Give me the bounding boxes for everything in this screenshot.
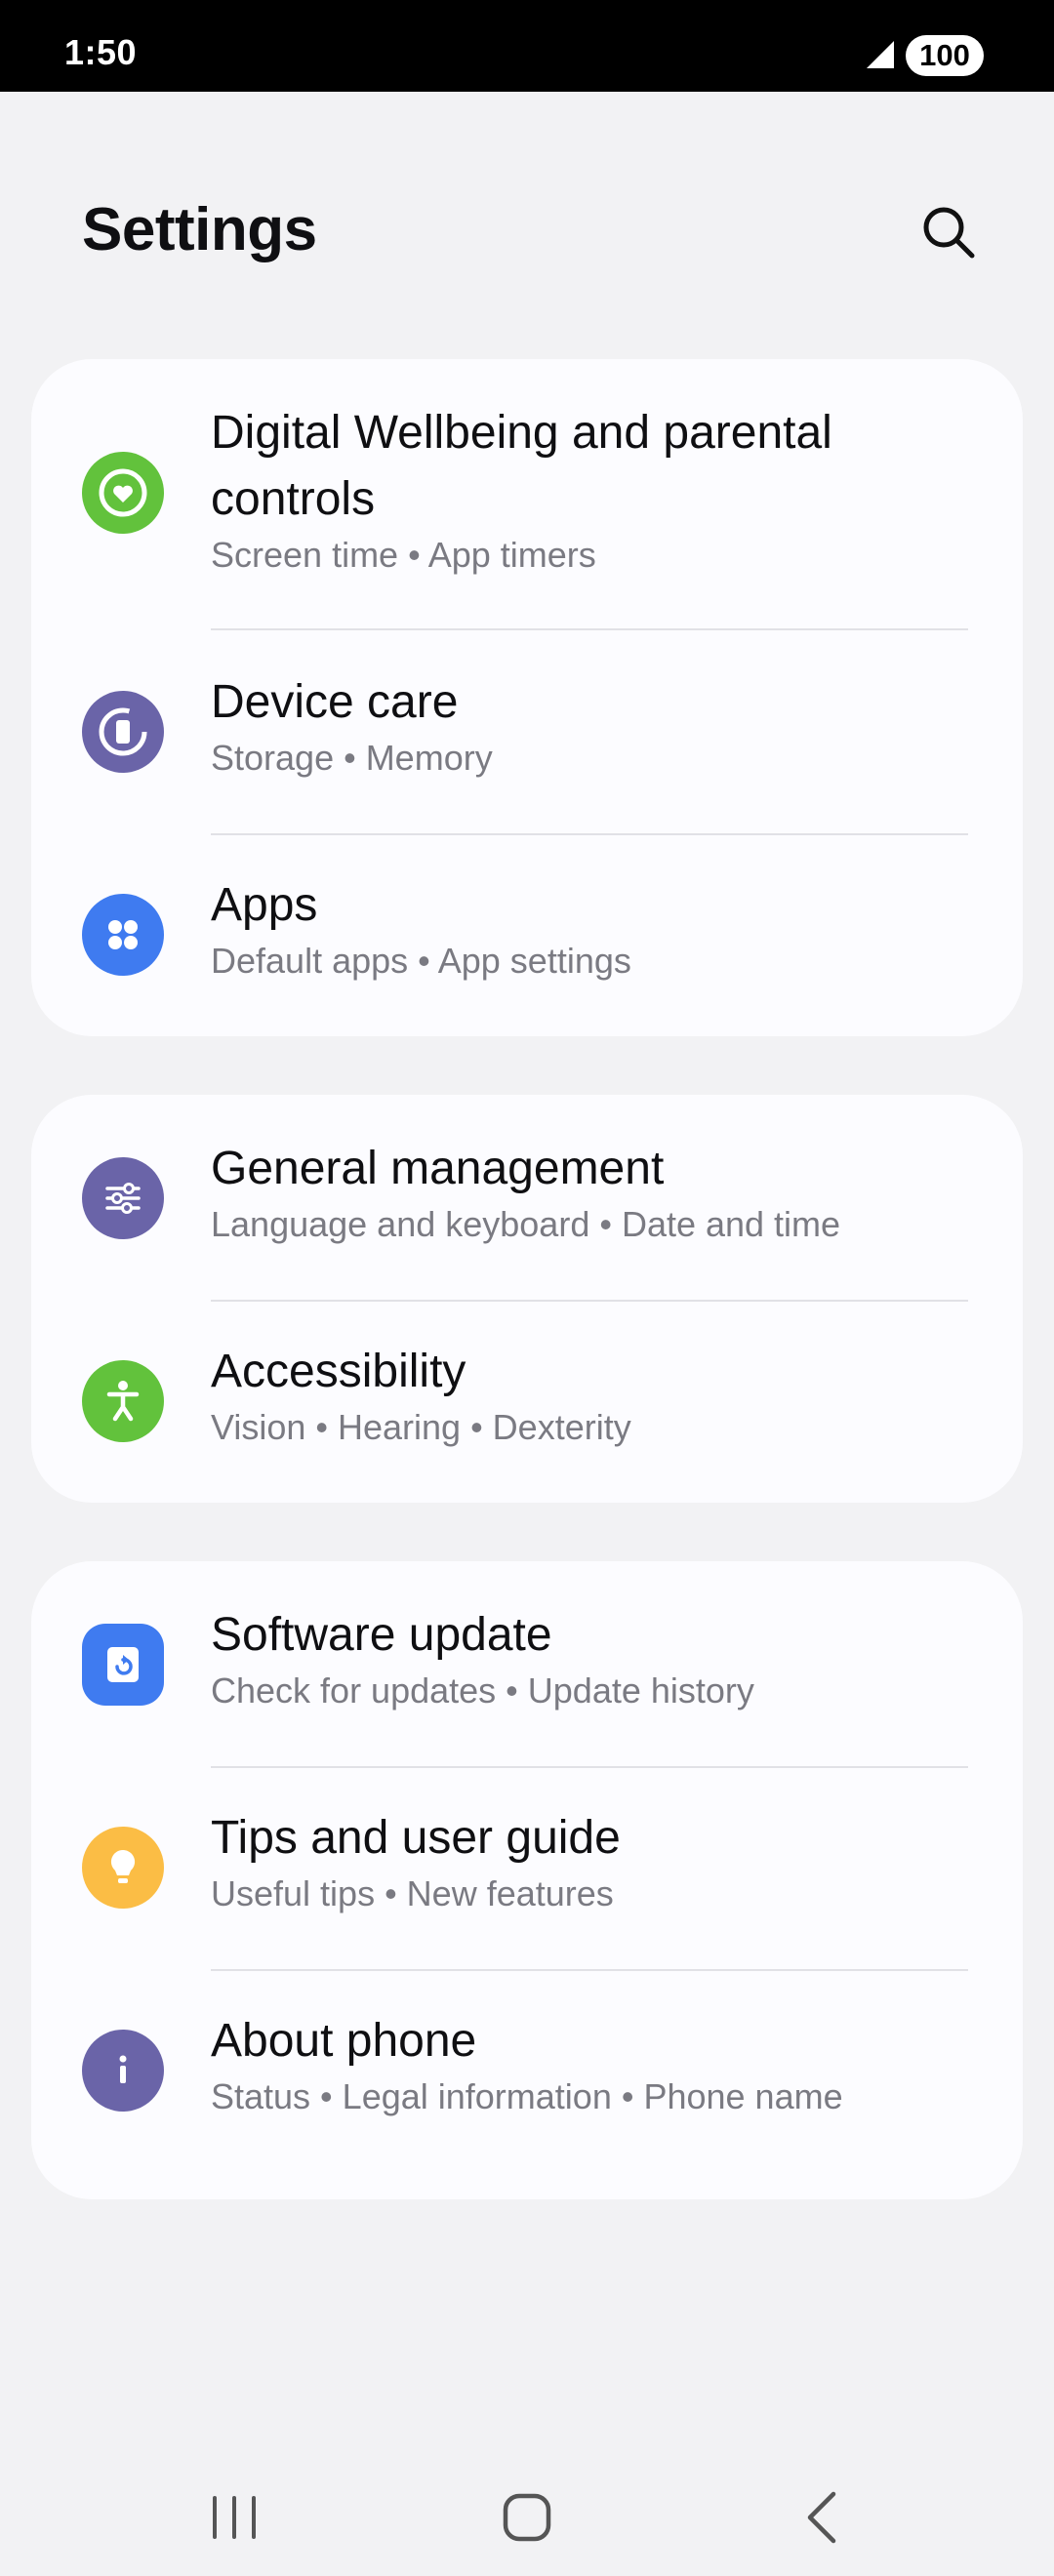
software-update-icon	[82, 1624, 164, 1706]
menu-item-title: About phone	[211, 2015, 477, 2067]
about-phone-info-icon	[82, 2030, 164, 2112]
status-time: 1:50	[64, 32, 138, 72]
device-care-icon	[82, 691, 164, 773]
settings-card-1: Digital Wellbeing and parental controls …	[31, 359, 1023, 1036]
menu-item-subtitle: Default apps • App settings	[211, 941, 631, 981]
menu-item-title: Software update	[211, 1609, 552, 1661]
menu-item-title: Tips and user guide	[211, 1812, 621, 1864]
tips-lightbulb-icon	[82, 1827, 164, 1909]
menu-item-subtitle: Check for updates • Update history	[211, 1670, 754, 1711]
menu-item-about-phone[interactable]: About phone Status • Legal information •…	[31, 1969, 1023, 2199]
settings-card-2: General management Language and keyboard…	[31, 1095, 1023, 1503]
menu-item-general-management[interactable]: General management Language and keyboard…	[31, 1095, 1023, 1300]
cell-signal-icon	[867, 41, 894, 68]
menu-item-subtitle: Language and keyboard • Date and time	[211, 1204, 841, 1244]
menu-item-subtitle: Useful tips • New features	[211, 1873, 614, 1913]
home-icon[interactable]	[488, 2478, 566, 2556]
menu-item-tips-user-guide[interactable]: Tips and user guide Useful tips • New fe…	[31, 1766, 1023, 1969]
menu-item-software-update[interactable]: Software update Check for updates • Upda…	[31, 1561, 1023, 1766]
status-bar: 1:50 100	[0, 0, 1054, 92]
menu-item-subtitle: Vision • Hearing • Dexterity	[211, 1407, 631, 1447]
menu-item-title: Digital Wellbeing and parental controls	[211, 407, 832, 525]
menu-item-subtitle: Storage • Memory	[211, 738, 493, 778]
apps-icon	[82, 894, 164, 976]
menu-item-title: General management	[211, 1143, 665, 1194]
page-title: Settings	[82, 196, 317, 263]
menu-item-device-care[interactable]: Device care Storage • Memory	[31, 630, 1023, 833]
menu-item-title: Accessibility	[211, 1346, 466, 1397]
menu-item-title: Apps	[211, 879, 318, 931]
menu-item-digital-wellbeing[interactable]: Digital Wellbeing and parental controls …	[31, 359, 1023, 630]
menu-item-subtitle: Status • Legal information • Phone name	[211, 2076, 843, 2116]
battery-level-badge: 100	[906, 35, 984, 76]
menu-item-accessibility[interactable]: Accessibility Vision • Hearing • Dexteri…	[31, 1300, 1023, 1503]
recents-icon[interactable]	[195, 2478, 273, 2556]
back-icon[interactable]	[785, 2478, 863, 2556]
menu-item-title: Device care	[211, 676, 459, 728]
menu-item-apps[interactable]: Apps Default apps • App settings	[31, 833, 1023, 1036]
settings-card-3: Software update Check for updates • Upda…	[31, 1561, 1023, 2199]
accessibility-icon	[82, 1360, 164, 1442]
search-icon[interactable]	[917, 201, 980, 263]
digital-wellbeing-icon	[82, 452, 164, 534]
general-management-icon	[82, 1157, 164, 1239]
menu-item-subtitle: Screen time • App timers	[211, 535, 596, 575]
navigation-bar	[0, 2459, 1054, 2556]
